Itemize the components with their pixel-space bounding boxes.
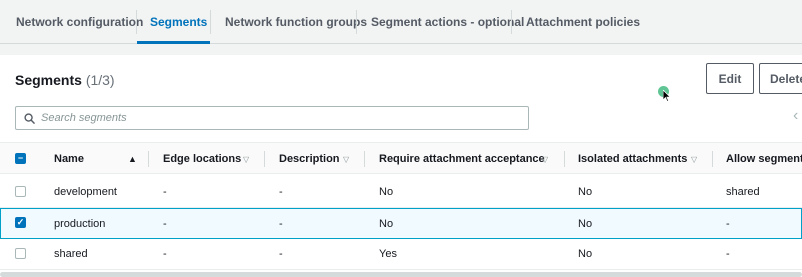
column-header-name[interactable]: Name xyxy=(54,143,84,175)
search-input[interactable] xyxy=(41,112,521,124)
column-header-description[interactable]: Description xyxy=(279,143,340,175)
column-divider xyxy=(148,151,149,167)
table-row[interactable]: shared - - Yes No - xyxy=(0,239,802,270)
table-header: − Name ▲ Edge locations ▽ Description ▽ … xyxy=(0,142,802,174)
cell-description: - xyxy=(279,218,283,230)
cell-name: development xyxy=(54,186,117,198)
cell-require-acceptance: No xyxy=(379,186,394,198)
column-header-allow-segment[interactable]: Allow segment L xyxy=(726,143,802,175)
tab-network-function-groups[interactable]: Network function groups xyxy=(225,0,367,44)
cell-require-acceptance: Yes xyxy=(379,248,397,260)
tab-network-configuration[interactable]: Network configuration xyxy=(16,0,143,44)
cell-name: shared xyxy=(54,248,88,260)
cell-isolated-attachments: No xyxy=(578,186,593,198)
segments-panel: Segments (1/3) Edit Delete ‹ − Name ▲ Ed… xyxy=(0,55,802,277)
sort-icon[interactable]: ▽ xyxy=(243,143,249,175)
row-checkbox[interactable] xyxy=(15,186,26,197)
column-header-require-acceptance[interactable]: Require attachment acceptance xyxy=(379,143,545,175)
sort-icon[interactable]: ▽ xyxy=(691,143,697,175)
cell-edge-locations: - xyxy=(163,186,167,198)
cell-require-acceptance: No xyxy=(379,218,394,230)
cell-isolated-attachments: No xyxy=(578,218,593,230)
tab-segments[interactable]: Segments xyxy=(150,0,207,44)
sort-icon[interactable]: ▽ xyxy=(343,143,349,175)
cell-edge-locations: - xyxy=(163,248,167,260)
table-row-selected[interactable]: ✓ production - - No No - xyxy=(0,208,802,239)
sort-icon[interactable]: ▽ xyxy=(542,143,548,175)
delete-button[interactable]: Delete xyxy=(759,63,802,94)
cell-allow-segment: - xyxy=(726,218,730,230)
cell-edge-locations: - xyxy=(163,218,167,230)
search-icon xyxy=(24,112,35,124)
column-divider xyxy=(564,151,565,167)
column-divider xyxy=(264,151,265,167)
minus-icon: − xyxy=(17,153,24,163)
row-checkbox[interactable] xyxy=(15,248,26,259)
panel-title-text: Segments xyxy=(15,72,82,88)
cell-allow-segment: shared xyxy=(726,186,760,198)
edit-button[interactable]: Edit xyxy=(706,63,754,94)
column-divider xyxy=(712,151,713,167)
check-icon: ✓ xyxy=(16,217,25,227)
column-header-isolated-attachments[interactable]: Isolated attachments xyxy=(578,143,687,175)
tab-bar: Network configuration Segments Network f… xyxy=(0,0,802,44)
sort-ascending-icon[interactable]: ▲ xyxy=(128,143,137,175)
cell-description: - xyxy=(279,186,283,198)
active-tab-indicator xyxy=(137,41,210,44)
selection-count: (1/3) xyxy=(85,72,115,88)
column-header-edge-locations[interactable]: Edge locations xyxy=(163,143,241,175)
column-divider xyxy=(364,151,365,167)
cell-name: production xyxy=(54,218,106,230)
panel-title: Segments (1/3) xyxy=(15,72,115,88)
search-box[interactable] xyxy=(15,106,529,130)
cell-isolated-attachments: No xyxy=(578,248,593,260)
select-all-checkbox[interactable]: − xyxy=(15,153,26,164)
tab-divider xyxy=(511,10,512,34)
cell-description: - xyxy=(279,248,283,260)
chevron-left-icon[interactable]: ‹ xyxy=(793,107,798,125)
tab-divider xyxy=(210,10,211,34)
table-row[interactable]: development - - No No shared xyxy=(0,177,802,208)
mouse-cursor-icon xyxy=(663,90,671,102)
tab-divider xyxy=(356,10,357,34)
horizontal-scrollbar[interactable] xyxy=(0,272,802,277)
tab-attachment-policies[interactable]: Attachment policies xyxy=(526,0,640,44)
tab-segment-actions[interactable]: Segment actions - optional xyxy=(371,0,524,44)
cell-allow-segment: - xyxy=(726,248,730,260)
tab-divider xyxy=(136,10,137,34)
row-checkbox[interactable]: ✓ xyxy=(15,217,26,228)
